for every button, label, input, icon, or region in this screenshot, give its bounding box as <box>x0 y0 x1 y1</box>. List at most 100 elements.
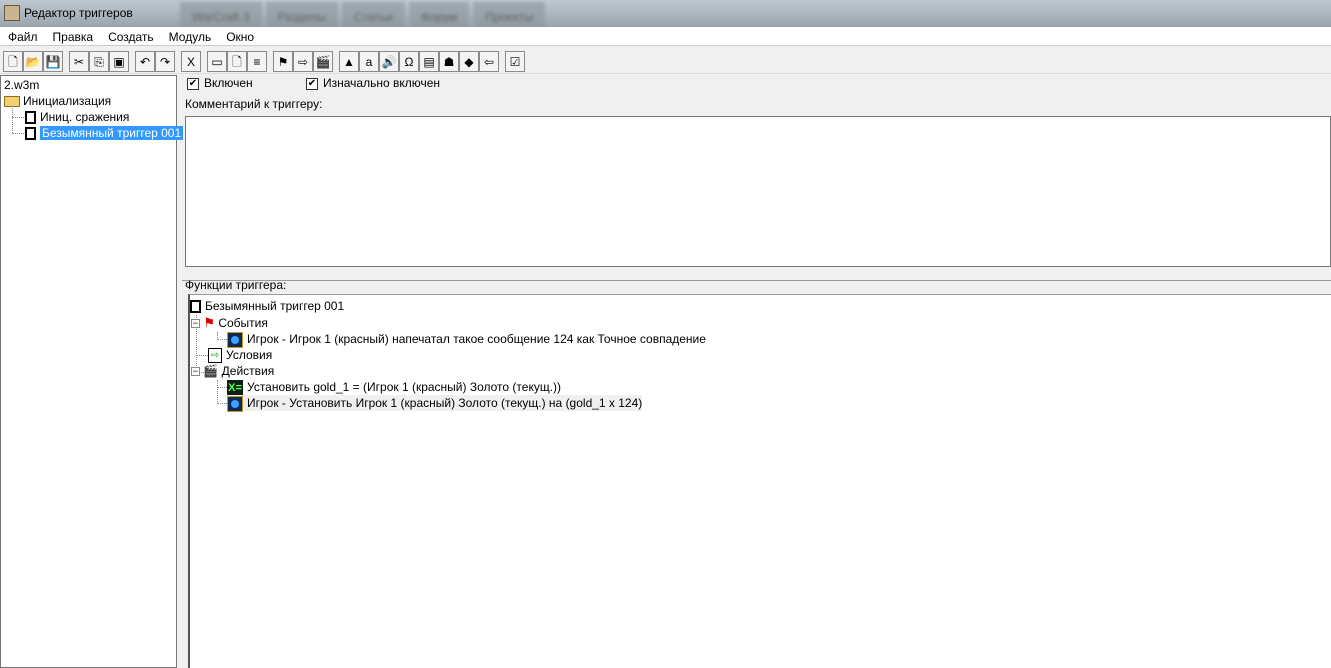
menu-bar: Файл Правка Создать Модуль Окно <box>0 27 1331 46</box>
tree-root-map[interactable]: 2.w3m <box>4 77 39 93</box>
new-comment-button[interactable]: ≡ <box>247 51 267 72</box>
new-condition-button[interactable]: ⇨ <box>293 51 313 72</box>
title-bar: Редактор триггеров WarCraft 3 Разделы Ст… <box>0 0 1331 32</box>
actions-node[interactable]: − 🎬 Действия <box>191 363 274 379</box>
toolbar: 🗋 📂 💾 ✂ ⎘ ▣ ↶ ↷ X ▭ 🗋 ≡ ⚑ ⇨ 🎬 ▲ a 🔊 Ω ▤ ☗ ◆ ⇦ ☑ <box>0 47 1331 74</box>
comment-textarea[interactable] <box>185 116 1331 267</box>
func-trigger-name[interactable]: Безымянный триггер 001 <box>190 298 344 314</box>
player-icon <box>227 395 243 412</box>
menu-window[interactable]: Окно <box>218 27 261 45</box>
action-item[interactable]: X= Установить gold_1 = (Игрок 1 (красный)… <box>227 379 562 396</box>
trigger-functions-tree: Безымянный триггер 001 − ⚑ События Игрок… <box>188 294 1331 668</box>
menu-create[interactable]: Создать <box>100 27 161 45</box>
import-manager-icon: ⇦ <box>483 54 495 69</box>
trigger-label: Иниц. сражения <box>40 110 130 124</box>
campaign-editor-button[interactable]: ▤ <box>419 51 439 72</box>
undo-icon: ↶ <box>139 54 151 69</box>
new-trigger-button[interactable]: 🗋 <box>227 51 247 72</box>
toolbar-separator <box>525 51 531 73</box>
condition-icon: ⇨ <box>208 348 222 364</box>
initially-on-checkbox[interactable]: ✔ Изначально включен <box>306 76 440 90</box>
trigger-tree-panel: 2.w3m Инициализация Иниц. сражения Безым… <box>0 75 184 668</box>
save-button[interactable]: 💾 <box>43 51 63 72</box>
copy-button[interactable]: ⎘ <box>89 51 109 72</box>
conditions-label: Условия <box>226 348 273 362</box>
menu-module[interactable]: Модуль <box>161 27 219 45</box>
document-icon <box>25 127 36 141</box>
collapse-icon[interactable]: − <box>191 367 200 377</box>
test-map-icon: ☑ <box>509 54 521 69</box>
paste-icon: ▣ <box>113 54 125 69</box>
initially-on-label: Изначально включен <box>323 76 441 90</box>
trigger-editor-icon: a <box>365 54 373 69</box>
cut-icon: ✂ <box>73 54 85 69</box>
event-item[interactable]: Игрок - Игрок 1 (красный) напечатал тако… <box>227 331 706 348</box>
action-item[interactable]: Игрок - Установить Игрок 1 (красный) Зол… <box>227 395 643 412</box>
tree-trigger-item-selected[interactable]: Безымянный триггер 001 <box>25 125 184 141</box>
document-icon <box>25 111 36 125</box>
clapper-icon: 🎬 <box>203 364 219 378</box>
terrain-editor-button[interactable]: ▲ <box>339 51 359 72</box>
ai-editor-icon: ☗ <box>443 54 455 69</box>
new-action-button[interactable]: 🎬 <box>313 51 333 72</box>
new-trigger-icon: 🗋 <box>232 54 242 69</box>
cut-button[interactable]: ✂ <box>69 51 89 72</box>
document-icon <box>190 300 201 314</box>
object-manager-icon: ◆ <box>464 54 474 69</box>
import-manager-button[interactable]: ⇦ <box>479 51 499 72</box>
comment-label: Комментарий к триггеру: <box>185 97 323 111</box>
object-editor-icon: Ω <box>404 54 414 69</box>
functions-label: Функции триггера: <box>185 278 287 292</box>
trigger-label: Безымянный триггер 001 <box>40 126 184 140</box>
actions-label: Действия <box>221 364 275 378</box>
trigger-editor-button[interactable]: a <box>359 51 379 72</box>
enabled-label: Включен <box>204 76 253 90</box>
action-label: Установить gold_1 = (Игрок 1 (красный) З… <box>247 380 562 394</box>
campaign-editor-icon: ▤ <box>423 54 435 69</box>
sound-editor-icon: 🔊 <box>381 54 397 69</box>
variables-button[interactable]: X <box>181 51 201 72</box>
action-label: Игрок - Установить Игрок 1 (красный) Зол… <box>247 396 643 410</box>
trigger-name-label: Безымянный триггер 001 <box>205 299 345 313</box>
new-condition-icon: ⇨ <box>297 54 309 69</box>
tree-trigger-item[interactable]: Иниц. сражения <box>25 109 129 125</box>
new-button[interactable]: 🗋 <box>3 51 23 72</box>
collapse-icon[interactable]: − <box>191 319 200 329</box>
menu-edit[interactable]: Правка <box>45 27 101 45</box>
test-map-button[interactable]: ☑ <box>505 51 525 72</box>
player-icon <box>227 331 243 348</box>
tree-category[interactable]: Инициализация <box>4 93 111 109</box>
object-editor-button[interactable]: Ω <box>399 51 419 72</box>
save-icon: 💾 <box>45 54 61 69</box>
object-manager-button[interactable]: ◆ <box>459 51 479 72</box>
redo-button[interactable]: ↷ <box>155 51 175 72</box>
conditions-node[interactable]: ⇨ Условия <box>208 347 273 364</box>
new-event-button[interactable]: ⚑ <box>273 51 293 72</box>
sound-editor-button[interactable]: 🔊 <box>379 51 399 72</box>
redo-icon: ↷ <box>159 54 171 69</box>
enabled-checkbox[interactable]: ✔ Включен <box>187 76 253 90</box>
flag-icon: ⚑ <box>203 315 215 330</box>
app-icon <box>4 5 20 21</box>
events-node[interactable]: − ⚑ События <box>191 315 268 331</box>
splitter[interactable] <box>182 280 1331 281</box>
new-action-icon: 🎬 <box>315 54 331 69</box>
event-label: Игрок - Игрок 1 (красный) напечатал тако… <box>247 332 706 346</box>
copy-icon: ⎘ <box>94 54 104 69</box>
variables-icon: X <box>186 54 195 69</box>
open-icon: 📂 <box>25 54 41 69</box>
paste-button[interactable]: ▣ <box>109 51 129 72</box>
new-comment-icon: ≡ <box>253 54 261 69</box>
events-label: События <box>218 316 268 330</box>
terrain-editor-icon: ▲ <box>343 54 355 69</box>
open-button[interactable]: 📂 <box>23 51 43 72</box>
new-category-button[interactable]: ▭ <box>207 51 227 72</box>
new-event-icon: ⚑ <box>277 54 289 69</box>
category-label: Инициализация <box>23 94 112 108</box>
new-icon: 🗋 <box>8 54 18 69</box>
menu-file[interactable]: Файл <box>0 27 45 45</box>
window-title: Редактор триггеров <box>24 6 133 20</box>
new-category-icon: ▭ <box>211 54 223 69</box>
ai-editor-button[interactable]: ☗ <box>439 51 459 72</box>
undo-button[interactable]: ↶ <box>135 51 155 72</box>
